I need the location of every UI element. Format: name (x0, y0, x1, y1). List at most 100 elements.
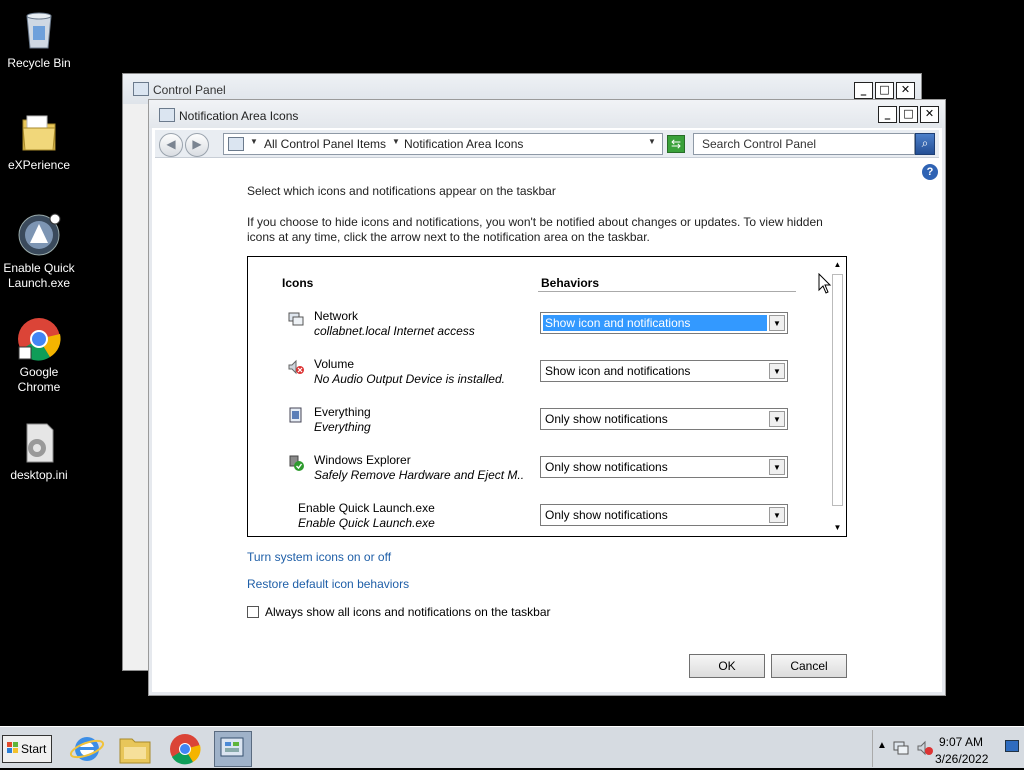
forward-button[interactable]: ▶ (185, 133, 209, 157)
window-title: Notification Area Icons (179, 109, 299, 123)
dropdown-value: Show icon and notifications (542, 314, 768, 332)
desktop-icon-google-chrome[interactable]: Google Chrome (0, 317, 78, 395)
list-item: Volume No Audio Output Device is install… (282, 357, 802, 397)
refresh-button[interactable]: ⇆ (667, 135, 685, 153)
desktop-icon-enable-quick-launch[interactable]: Enable Quick Launch.exe (0, 213, 78, 291)
system-tray: ▲ 9:07 AM 3/26/2022 (872, 730, 1022, 767)
scroll-down-icon[interactable]: ▼ (830, 521, 845, 535)
close-button[interactable]: ✕ (896, 82, 915, 99)
maximize-button[interactable]: □ (875, 82, 894, 99)
control-panel-taskbar-icon[interactable] (214, 731, 252, 767)
start-label: Start (21, 742, 47, 756)
checkbox-label: Always show all icons and notifications … (265, 605, 551, 619)
turn-system-icons-link[interactable]: Turn system icons on or off (247, 550, 391, 564)
address-bar[interactable]: ▼ All Control Panel Items ▼ Notification… (223, 133, 663, 155)
help-icon[interactable]: ? (922, 164, 938, 180)
chevron-down-icon[interactable]: ▼ (769, 411, 785, 427)
page-description: If you choose to hide icons and notifica… (247, 215, 823, 244)
item-name: Everything (314, 405, 371, 419)
scrollbar-thumb[interactable] (832, 274, 843, 506)
desktop-icon-label: Enable Quick Launch.exe (3, 261, 75, 290)
chrome-icon (17, 317, 61, 361)
behavior-dropdown[interactable]: Only show notifications ▼ (540, 504, 788, 526)
window-title: Control Panel (153, 83, 226, 97)
list-item: Network collabnet.local Internet access … (282, 309, 802, 349)
item-name: Network (314, 309, 359, 323)
internet-explorer-icon[interactable] (68, 731, 106, 767)
desktop-icon-recycle-bin[interactable]: Recycle Bin (0, 8, 78, 71)
dropdown-value: Only show notifications (545, 412, 668, 426)
list-item: Enable Quick Launch.exe Enable Quick Lau… (282, 501, 802, 541)
back-button[interactable]: ◀ (159, 133, 183, 157)
desktop-icon-label: Google Chrome (17, 365, 61, 394)
desktop-icon-experience[interactable]: eXPerience (0, 110, 78, 173)
breadcrumb-all-items[interactable]: All Control Panel Items (264, 137, 386, 151)
chevron-down-icon[interactable]: ▼ (769, 315, 785, 331)
titlebar[interactable]: Notification Area Icons _ □ ✕ (149, 100, 945, 128)
folder-icon (17, 110, 61, 154)
behavior-dropdown[interactable]: Only show notifications ▼ (540, 456, 788, 478)
breadcrumb-arrow-icon[interactable]: ▼ (392, 137, 400, 146)
column-header-icons: Icons (282, 276, 314, 290)
autoit-icon (17, 213, 61, 257)
minimize-button[interactable]: _ (878, 106, 897, 123)
chrome-icon[interactable] (166, 731, 204, 767)
item-name: Volume (314, 357, 355, 371)
volume-muted-icon (288, 359, 304, 375)
search-button[interactable]: ⌕ (915, 133, 935, 155)
chevron-down-icon[interactable]: ▼ (769, 459, 785, 475)
breadcrumb-current[interactable]: Notification Area Icons (404, 137, 523, 151)
address-dropdown-icon[interactable]: ▼ (648, 137, 656, 146)
item-name: Enable Quick Launch.exe (298, 501, 435, 515)
address-row: ◀ ▶ ▼ All Control Panel Items ▼ Notifica… (155, 130, 939, 158)
desktop-icon-label: desktop.ini (10, 468, 68, 482)
settings-file-icon (17, 420, 61, 464)
behavior-dropdown[interactable]: Show icon and notifications ▼ (540, 360, 788, 382)
restore-defaults-link[interactable]: Restore default icon behaviors (247, 577, 409, 591)
maximize-button[interactable]: □ (899, 106, 918, 123)
behavior-dropdown[interactable]: Only show notifications ▼ (540, 408, 788, 430)
item-description: Safely Remove Hardware and Eject M... (314, 468, 524, 482)
start-button[interactable]: Start (2, 735, 52, 763)
chevron-down-icon[interactable]: ▼ (769, 363, 785, 379)
dropdown-value: Only show notifications (545, 460, 668, 474)
taskbar: Start ▲ 9:07 AM 3/26/2022 (0, 726, 1024, 768)
show-hidden-icons-icon[interactable]: ▲ (877, 740, 887, 751)
control-panel-icon (228, 137, 244, 151)
list-item: Everything Everything Only show notifica… (282, 405, 802, 445)
notification-area-icons-window[interactable]: Notification Area Icons _ □ ✕ ◀ ▶ ▼ All … (148, 99, 946, 696)
volume-muted-icon[interactable] (917, 740, 933, 756)
vertical-scrollbar[interactable]: ▲ ▼ (830, 258, 845, 535)
behavior-dropdown[interactable]: Show icon and notifications ▼ (540, 312, 788, 334)
show-desktop-icon[interactable] (1005, 740, 1019, 752)
cancel-button[interactable]: Cancel (771, 654, 847, 678)
file-explorer-icon[interactable] (116, 731, 154, 767)
chevron-down-icon[interactable]: ▼ (769, 507, 785, 523)
control-panel-icon (159, 108, 175, 122)
close-button[interactable]: ✕ (920, 106, 939, 123)
column-header-behaviors: Behaviors (541, 276, 600, 290)
clock-time[interactable]: 9:07 AM (939, 735, 983, 749)
safely-remove-icon (288, 455, 304, 471)
network-icon[interactable] (893, 740, 909, 756)
always-show-checkbox-row[interactable]: Always show all icons and notifications … (247, 605, 551, 619)
list-item: Windows Explorer Safely Remove Hardware … (282, 453, 802, 493)
dropdown-value: Only show notifications (545, 508, 668, 522)
scroll-up-icon[interactable]: ▲ (830, 258, 845, 272)
breadcrumb-arrow-icon[interactable]: ▼ (250, 137, 258, 146)
header-divider (538, 291, 796, 292)
ok-button[interactable]: OK (689, 654, 765, 678)
clock-date[interactable]: 3/26/2022 (935, 752, 988, 766)
desktop-icon-desktop-ini[interactable]: desktop.ini (0, 420, 78, 483)
desktop-icon-label: Recycle Bin (7, 56, 71, 70)
minimize-button[interactable]: _ (854, 82, 873, 99)
search-input[interactable]: Search Control Panel (693, 133, 915, 155)
recycle-bin-icon (17, 8, 61, 52)
item-description: Enable Quick Launch.exe (298, 516, 435, 530)
icons-list[interactable]: Icons Behaviors Network collabnet.local … (247, 256, 847, 537)
windows-logo-icon (7, 742, 18, 753)
page-heading: Select which icons and notifications app… (247, 184, 556, 198)
item-description: collabnet.local Internet access (314, 324, 475, 338)
always-show-checkbox[interactable] (247, 606, 259, 618)
item-name: Windows Explorer (314, 453, 411, 467)
